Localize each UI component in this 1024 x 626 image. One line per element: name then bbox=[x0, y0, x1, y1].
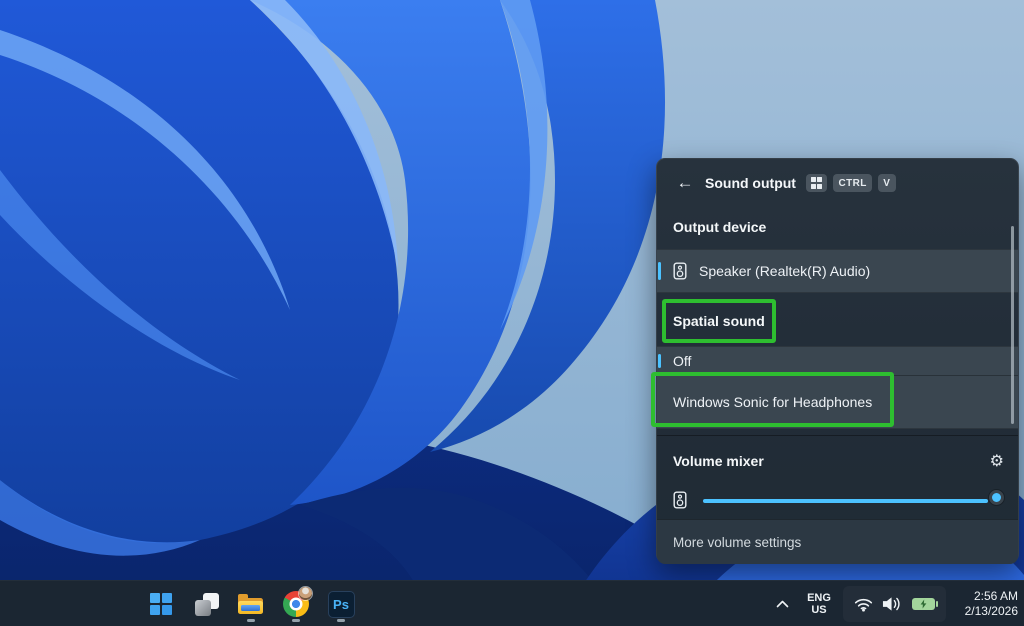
speaker-device-icon bbox=[673, 262, 687, 280]
tray-overflow-button[interactable] bbox=[767, 584, 797, 624]
annotation-box-spatial-sound: Spatial sound bbox=[662, 299, 776, 343]
chrome-button[interactable] bbox=[276, 584, 316, 624]
speaker-volume-icon bbox=[673, 491, 687, 509]
start-button[interactable] bbox=[141, 584, 181, 624]
spatial-sound-heading: Spatial sound bbox=[673, 313, 765, 329]
system-tray: ENG US bbox=[767, 581, 1018, 626]
selected-accent-bar bbox=[658, 354, 661, 368]
section-divider bbox=[657, 435, 1018, 436]
photoshop-button[interactable]: Ps bbox=[321, 584, 361, 624]
language-indicator[interactable]: ENG US bbox=[797, 592, 841, 617]
time-text: 2:56 AM bbox=[956, 589, 1018, 604]
selected-accent-bar bbox=[658, 262, 661, 280]
file-explorer-icon bbox=[238, 593, 264, 615]
spatial-option-off[interactable]: Off bbox=[657, 346, 1018, 375]
output-device-heading: Output device bbox=[673, 219, 766, 235]
volume-slider-row bbox=[657, 486, 1018, 516]
ctrl-key-badge: CTRL bbox=[833, 174, 871, 192]
language-line2: US bbox=[797, 604, 841, 617]
device-label: Speaker (Realtek(R) Audio) bbox=[699, 263, 870, 279]
option-sonic-label: Windows Sonic for Headphones bbox=[673, 394, 872, 410]
file-explorer-button[interactable] bbox=[231, 584, 271, 624]
flyout-header: ← Sound output CTRL V bbox=[657, 159, 1018, 207]
windows-logo-icon bbox=[811, 177, 823, 189]
gear-icon[interactable]: ⚙ bbox=[990, 453, 1004, 469]
task-view-button[interactable] bbox=[186, 584, 226, 624]
back-arrow-icon: ← bbox=[677, 173, 694, 193]
wifi-icon bbox=[854, 597, 873, 612]
running-indicator bbox=[337, 619, 345, 622]
device-row-speaker[interactable]: Speaker (Realtek(R) Audio) bbox=[657, 249, 1018, 293]
spatial-option-windows-sonic[interactable]: Windows Sonic for Headphones bbox=[657, 375, 1018, 429]
option-off-label: Off bbox=[673, 353, 691, 369]
v-key-badge: V bbox=[878, 174, 896, 192]
volume-mixer-heading: Volume mixer bbox=[673, 453, 990, 469]
windows-start-icon bbox=[150, 593, 172, 615]
chrome-icon bbox=[283, 591, 309, 617]
volume-slider-track[interactable] bbox=[703, 499, 988, 503]
volume-icon bbox=[882, 596, 903, 612]
taskbar-app-icons: Ps bbox=[141, 584, 361, 624]
date-text: 2/13/2026 bbox=[956, 604, 1018, 619]
running-indicator bbox=[247, 619, 255, 622]
sound-output-flyout: ← Sound output CTRL V Output device bbox=[656, 158, 1019, 563]
language-line1: ENG bbox=[797, 592, 841, 605]
running-indicator bbox=[292, 619, 300, 622]
volume-mixer-header: Volume mixer ⚙ bbox=[657, 447, 1018, 475]
flyout-title: Sound output bbox=[705, 175, 796, 191]
flyout-scrollbar[interactable] bbox=[1011, 226, 1014, 424]
flyout-footer[interactable]: More volume settings bbox=[657, 519, 1018, 564]
shortcut-keys: CTRL V bbox=[806, 174, 896, 192]
desktop: ← Sound output CTRL V Output device bbox=[0, 0, 1024, 626]
back-button[interactable]: ← bbox=[671, 169, 699, 197]
photoshop-icon: Ps bbox=[328, 591, 355, 618]
windows-key-badge bbox=[806, 174, 828, 192]
taskbar: Ps ENG US bbox=[0, 580, 1024, 626]
volume-slider-thumb[interactable] bbox=[989, 490, 1004, 505]
more-volume-settings-link[interactable]: More volume settings bbox=[673, 535, 801, 550]
task-view-icon bbox=[194, 592, 219, 617]
chrome-profile-avatar bbox=[299, 587, 312, 600]
clock[interactable]: 2:56 AM 2/13/2026 bbox=[956, 589, 1018, 619]
battery-charging-icon bbox=[912, 598, 935, 610]
chevron-up-icon bbox=[776, 600, 789, 608]
network-volume-battery-button[interactable] bbox=[843, 586, 946, 622]
